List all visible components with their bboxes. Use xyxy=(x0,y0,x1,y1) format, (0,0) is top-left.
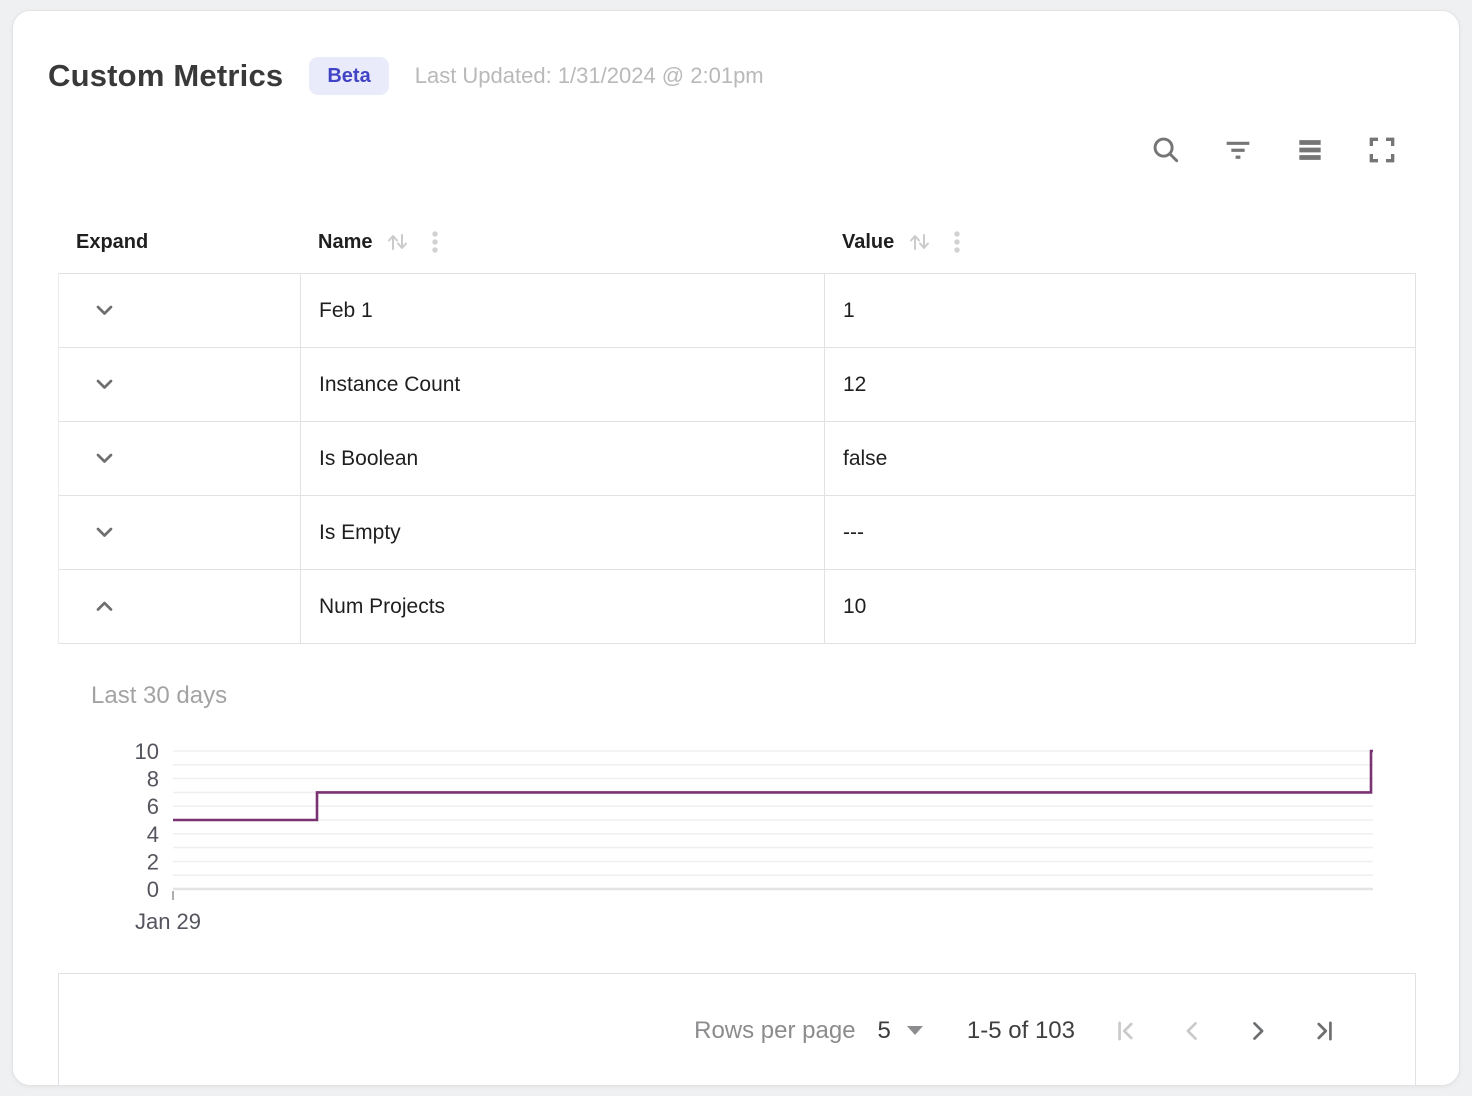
metric-value-cell: false xyxy=(824,422,1415,495)
fullscreen-icon[interactable] xyxy=(1365,133,1399,167)
expand-row-button[interactable] xyxy=(89,518,119,548)
metric-value-cell: 1 xyxy=(824,274,1415,347)
expand-row-button[interactable] xyxy=(89,370,119,400)
grid-header-row: Expand Name Value xyxy=(58,211,1416,273)
next-page-button[interactable] xyxy=(1235,1008,1281,1054)
filter-icon[interactable] xyxy=(1221,133,1255,167)
pagination-range-label: 1-5 of 103 xyxy=(967,1017,1075,1045)
svg-text:10: 10 xyxy=(135,739,159,764)
metric-value-cell: --- xyxy=(824,496,1415,569)
last-page-button[interactable] xyxy=(1301,1008,1347,1054)
sort-icon[interactable] xyxy=(904,227,934,257)
svg-text:8: 8 xyxy=(147,767,159,792)
beta-badge: Beta xyxy=(309,57,388,95)
metrics-data-grid: Expand Name Value xyxy=(58,211,1416,1086)
svg-text:0: 0 xyxy=(147,877,159,902)
card-header: Custom Metrics Beta Last Updated: 1/31/2… xyxy=(13,11,1459,99)
table-row: Is Booleanfalse xyxy=(59,422,1415,496)
svg-text:6: 6 xyxy=(147,794,159,819)
table-row: Num Projects10 xyxy=(59,570,1415,644)
metric-name-cell: Instance Count xyxy=(300,348,824,421)
svg-text:4: 4 xyxy=(147,822,159,847)
metric-name-cell: Feb 1 xyxy=(300,274,824,347)
column-header-expand: Expand xyxy=(58,231,300,254)
expand-cell xyxy=(59,348,300,421)
column-header-value-label: Value xyxy=(842,231,894,254)
grid-footer: Rows per page 5 1-5 of 103 xyxy=(58,973,1416,1086)
metric-value-cell: 12 xyxy=(824,348,1415,421)
chevron-down-icon xyxy=(90,444,119,473)
table-row: Is Empty--- xyxy=(59,496,1415,570)
column-header-value[interactable]: Value xyxy=(824,227,1416,257)
expand-cell xyxy=(59,570,300,643)
expand-row-button[interactable] xyxy=(89,444,119,474)
grid-toolbar xyxy=(13,99,1459,166)
last-updated-text: Last Updated: 1/31/2024 @ 2:01pm xyxy=(415,63,764,89)
metric-name-cell: Num Projects xyxy=(300,570,824,643)
column-header-expand-label: Expand xyxy=(76,231,148,254)
metric-history-chart: 0 24 68 10 Jan 29 xyxy=(91,732,1431,936)
chevron-down-icon xyxy=(90,296,119,325)
table-row: Instance Count12 xyxy=(59,348,1415,422)
expand-row-button[interactable] xyxy=(89,296,119,326)
row-detail-panel: Last 30 days 0 24 68 10 Jan 29 xyxy=(58,644,1416,973)
metric-name-cell: Is Empty xyxy=(300,496,824,569)
metric-value-cell: 10 xyxy=(824,570,1415,643)
custom-metrics-card: Custom Metrics Beta Last Updated: 1/31/2… xyxy=(12,10,1460,1086)
expand-cell xyxy=(59,496,300,569)
chevron-down-icon xyxy=(90,370,119,399)
rows-per-page-value: 5 xyxy=(878,1017,891,1045)
chart-title: Last 30 days xyxy=(91,682,1416,710)
svg-text:2: 2 xyxy=(147,849,159,874)
column-header-name[interactable]: Name xyxy=(300,227,824,257)
chevron-down-icon xyxy=(90,518,119,547)
chevron-up-icon xyxy=(90,592,119,621)
search-icon[interactable] xyxy=(1149,133,1183,167)
sort-icon[interactable] xyxy=(382,227,412,257)
rows-per-page-select[interactable]: 5 xyxy=(878,1017,923,1045)
pagination-controls xyxy=(1103,1008,1347,1054)
column-menu-icon[interactable] xyxy=(944,227,970,257)
expand-cell xyxy=(59,274,300,347)
density-icon[interactable] xyxy=(1293,133,1327,167)
rows-per-page-label: Rows per page xyxy=(694,1017,855,1045)
table-row: Feb 11 xyxy=(59,274,1415,348)
expand-cell xyxy=(59,422,300,495)
collapse-row-button[interactable] xyxy=(89,592,119,622)
caret-down-icon xyxy=(907,1026,923,1035)
metric-name-cell: Is Boolean xyxy=(300,422,824,495)
svg-text:Jan 29: Jan 29 xyxy=(135,909,201,934)
grid-rows: Feb 11Instance Count12Is BooleanfalseIs … xyxy=(58,273,1416,644)
column-menu-icon[interactable] xyxy=(422,227,448,257)
first-page-button[interactable] xyxy=(1103,1008,1149,1054)
column-header-name-label: Name xyxy=(318,231,372,254)
page-title: Custom Metrics xyxy=(48,58,283,94)
previous-page-button[interactable] xyxy=(1169,1008,1215,1054)
